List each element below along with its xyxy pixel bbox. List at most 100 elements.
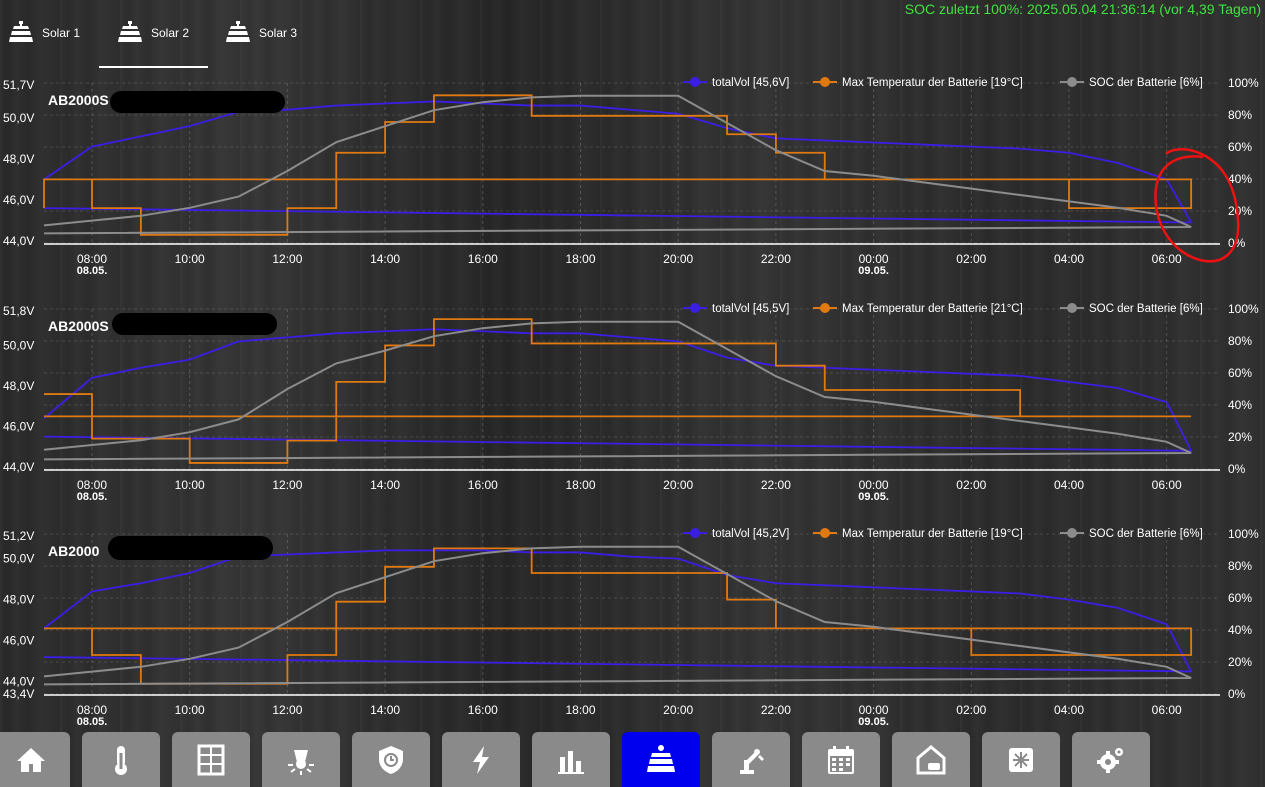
- shield-clock-icon: [379, 745, 403, 774]
- nav-robot-button[interactable]: [712, 732, 790, 787]
- tab-label: Solar 3: [259, 26, 298, 40]
- legend-label: totalVol [45,5V]: [712, 303, 789, 315]
- chart-title: AB2000S: [48, 318, 109, 334]
- x-tick-label: 06:00: [1152, 703, 1182, 717]
- legend-label: Max Temperatur der Batterie [21°C]: [842, 303, 1023, 315]
- y-left-tick-label: 43,4V: [3, 687, 34, 701]
- x-tick-label: 20:00: [663, 703, 693, 717]
- y-right-tick-label: 80%: [1228, 559, 1252, 573]
- robot-arm-icon: [740, 748, 764, 774]
- bar-chart-icon: [558, 750, 584, 774]
- chart-title: AB2000S: [48, 92, 109, 108]
- redaction-mark: [110, 91, 285, 113]
- x-tick-label: 04:00: [1054, 703, 1084, 717]
- x-tick-label: 02:00: [956, 252, 986, 266]
- series-line-voltage: [43, 100, 1193, 224]
- x-tick-label: 00:00: [859, 703, 889, 717]
- house-car-icon: [916, 744, 946, 774]
- x-date-label: 09.05.: [858, 265, 889, 277]
- nav-ventilation-button[interactable]: [982, 732, 1060, 787]
- y-right-tick-label: 60%: [1228, 140, 1252, 154]
- series-line-temperature: [44, 318, 1192, 464]
- legend-swatch-dot: [690, 303, 700, 313]
- chart-title: AB2000: [48, 543, 100, 559]
- legend-swatch-dot: [690, 77, 700, 87]
- x-tick-label: 10:00: [175, 703, 205, 717]
- x-tick-label: 18:00: [565, 252, 595, 266]
- legend-swatch-dot: [820, 77, 830, 87]
- x-tick-label: 14:00: [370, 478, 400, 492]
- nav-energy-button[interactable]: [442, 732, 520, 787]
- nav-security-button[interactable]: [352, 732, 430, 787]
- nav-settings-button[interactable]: [1072, 732, 1150, 787]
- y-right-tick-label: 20%: [1228, 430, 1252, 444]
- x-tick-label: 16:00: [468, 252, 498, 266]
- y-right-tick-label: 40%: [1228, 172, 1252, 186]
- nav-garage-button[interactable]: [892, 732, 970, 787]
- x-tick-label: 04:00: [1054, 478, 1084, 492]
- x-tick-label: 06:00: [1152, 252, 1182, 266]
- solar-panel-icon: [118, 21, 142, 42]
- y-right-tick-label: 0%: [1228, 687, 1246, 701]
- lightbulb-icon: [288, 749, 314, 775]
- fan-icon: [1009, 747, 1033, 772]
- y-right-tick-label: 80%: [1228, 108, 1252, 122]
- y-right-tick-label: 0%: [1228, 462, 1246, 476]
- x-tick-label: 16:00: [468, 703, 498, 717]
- y-left-tick-label: 50,0V: [3, 338, 34, 352]
- legend-label: Max Temperatur der Batterie [19°C]: [842, 528, 1023, 540]
- x-tick-label: 18:00: [565, 478, 595, 492]
- solar-panel-icon: [9, 21, 33, 42]
- nav-statistics-button[interactable]: [532, 732, 610, 787]
- legend-label: Max Temperatur der Batterie [19°C]: [842, 77, 1023, 89]
- active-tab-indicator: [99, 66, 208, 68]
- x-tick-label: 12:00: [272, 252, 302, 266]
- tab-label: Solar 1: [42, 26, 81, 40]
- calendar-icon: [828, 745, 854, 774]
- x-date-label: 08.05.: [77, 491, 108, 503]
- x-tick-label: 18:00: [565, 703, 595, 717]
- y-right-tick-label: 60%: [1228, 366, 1252, 380]
- legend-label: totalVol [45,6V]: [712, 77, 789, 89]
- soc-status-text: SOC zuletzt 100%: 2025.05.04 21:36:14 (v…: [904, 1, 1261, 17]
- y-left-tick-label: 46,0V: [3, 634, 34, 648]
- y-right-tick-label: 40%: [1228, 398, 1252, 412]
- nav-calendar-button[interactable]: [802, 732, 880, 787]
- redaction-mark: [112, 313, 277, 335]
- y-right-tick-label: 20%: [1228, 655, 1252, 669]
- x-tick-label: 08:00: [77, 252, 107, 266]
- x-tick-label: 08:00: [77, 703, 107, 717]
- solar-panel-icon: [226, 21, 250, 42]
- y-left-tick-label: 44,0V: [3, 234, 34, 248]
- lightning-icon: [473, 745, 489, 774]
- y-left-tick-label: 51,2V: [3, 529, 34, 543]
- x-tick-label: 22:00: [761, 252, 791, 266]
- bottom-navigation: [0, 732, 1265, 787]
- nav-home-button[interactable]: [0, 732, 70, 787]
- nav-solar-button[interactable]: [622, 732, 700, 787]
- x-tick-label: 12:00: [272, 478, 302, 492]
- y-left-tick-label: 50,0V: [3, 111, 34, 125]
- nav-lighting-button[interactable]: [262, 732, 340, 787]
- y-right-tick-label: 80%: [1228, 334, 1252, 348]
- x-tick-label: 14:00: [370, 703, 400, 717]
- tab-solar-3[interactable]: Solar 3: [225, 18, 297, 48]
- legend-swatch-dot: [1067, 77, 1077, 87]
- window-icon: [197, 744, 225, 775]
- y-left-tick-label: 44,0V: [3, 460, 34, 474]
- y-right-tick-label: 100%: [1228, 76, 1259, 90]
- tab-solar-1[interactable]: Solar 1: [8, 18, 80, 48]
- tab-label: Solar 2: [151, 26, 190, 40]
- x-tick-label: 10:00: [175, 478, 205, 492]
- y-left-tick-label: 46,0V: [3, 419, 34, 433]
- x-date-label: 09.05.: [858, 716, 889, 728]
- nav-temperature-button[interactable]: [82, 732, 160, 787]
- y-left-tick-label: 48,0V: [3, 593, 34, 607]
- x-date-label: 08.05.: [77, 716, 108, 728]
- tab-solar-2[interactable]: Solar 2: [117, 18, 189, 48]
- x-tick-label: 22:00: [761, 478, 791, 492]
- x-date-label: 08.05.: [77, 265, 108, 277]
- nav-windows-button[interactable]: [172, 732, 250, 787]
- x-tick-label: 10:00: [175, 252, 205, 266]
- x-tick-label: 00:00: [859, 478, 889, 492]
